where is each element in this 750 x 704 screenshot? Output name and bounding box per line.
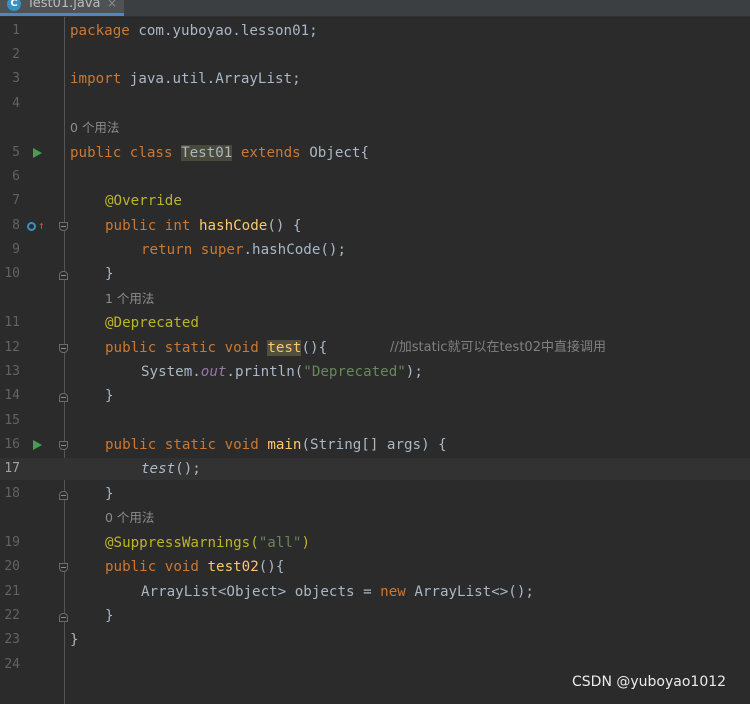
line-number: 24 — [4, 657, 20, 672]
tab-label: Test01.java — [27, 0, 101, 11]
usage-hint-line: 0 个用法 — [0, 507, 750, 529]
code-line[interactable]: 22 } — [0, 605, 750, 627]
code-text[interactable]: } — [105, 263, 114, 285]
fold-end-icon[interactable] — [59, 613, 68, 622]
line-number: 15 — [4, 413, 20, 428]
code-text[interactable]: @SuppressWarnings("all") — [105, 532, 310, 554]
code-line[interactable]: 23 } — [0, 629, 750, 651]
fold-end-icon[interactable] — [59, 393, 68, 402]
code-text[interactable]: public void test02(){ — [105, 556, 284, 578]
run-icon[interactable] — [33, 148, 42, 158]
run-icon[interactable] — [33, 440, 42, 450]
fold-collapse-icon[interactable] — [59, 344, 68, 353]
line-number: 4 — [12, 96, 20, 111]
usage-hint-line: 0 个用法 — [0, 117, 750, 139]
line-number: 17 — [4, 461, 20, 476]
code-text[interactable]: @Override — [105, 190, 182, 212]
code-text[interactable]: @Deprecated — [105, 312, 199, 334]
code-line[interactable]: 19 @SuppressWarnings("all") — [0, 532, 750, 554]
code-line[interactable]: 3 import java.util.ArrayList; — [0, 68, 750, 90]
line-number: 12 — [4, 340, 20, 355]
line-number: 5 — [12, 145, 20, 160]
code-line[interactable]: 13 System.out.println("Deprecated"); — [0, 361, 750, 383]
up-arrow-icon: ↑ — [38, 219, 45, 232]
line-number: 20 — [4, 559, 20, 574]
line-number: 19 — [4, 535, 20, 550]
java-class-icon: C — [7, 0, 21, 11]
watermark: CSDN @yuboyao1012 — [572, 674, 727, 690]
code-line[interactable]: 15 — [0, 410, 750, 432]
code-line-current[interactable]: 17 test(); — [0, 458, 750, 480]
usage-hint-line: 1 个用法 — [0, 288, 750, 310]
code-text[interactable]: } — [105, 483, 114, 505]
line-number: 16 — [4, 437, 20, 452]
code-comment[interactable]: //加static就可以在test02中直接调用 — [390, 337, 606, 359]
code-text[interactable]: } — [105, 385, 114, 407]
code-line[interactable]: 18 } — [0, 483, 750, 505]
code-line[interactable]: 24 — [0, 654, 750, 676]
fold-end-icon[interactable] — [59, 271, 68, 280]
code-line[interactable]: 2 — [0, 44, 750, 66]
code-text[interactable]: public class Test01 extends Object{ — [70, 142, 369, 164]
code-text[interactable]: System.out.println("Deprecated"); — [141, 361, 423, 383]
line-number: 6 — [12, 169, 20, 184]
fold-collapse-icon[interactable] — [59, 563, 68, 572]
line-number: 10 — [4, 266, 20, 281]
tab-test01-java[interactable]: C Test01.java × — [0, 0, 124, 16]
close-icon[interactable]: × — [107, 0, 117, 10]
code-line[interactable]: 8 ↑ public int hashCode() { — [0, 215, 750, 237]
override-method-icon[interactable] — [27, 222, 36, 231]
line-number: 1 — [12, 23, 20, 38]
line-number: 9 — [12, 242, 20, 257]
code-line[interactable]: 21 ArrayList<Object> objects = new Array… — [0, 581, 750, 603]
code-line[interactable]: 5 public class Test01 extends Object{ — [0, 142, 750, 164]
code-line[interactable]: 12 public static void test(){ //加static就… — [0, 337, 750, 359]
code-line[interactable]: 10 } — [0, 263, 750, 285]
code-text[interactable]: ArrayList<Object> objects = new ArrayLis… — [141, 581, 534, 603]
usage-hint[interactable]: 1 个用法 — [105, 288, 154, 310]
fold-collapse-icon[interactable] — [59, 222, 68, 231]
usage-hint[interactable]: 0 个用法 — [105, 507, 154, 529]
line-number: 11 — [4, 315, 20, 330]
code-line[interactable]: 4 — [0, 93, 750, 115]
usage-hint[interactable]: 0 个用法 — [70, 117, 119, 139]
line-number: 21 — [4, 584, 20, 599]
code-text[interactable]: public int hashCode() { — [105, 215, 301, 237]
code-text[interactable]: } — [70, 629, 79, 651]
code-line[interactable]: 16 public static void main(String[] args… — [0, 434, 750, 456]
fold-collapse-icon[interactable] — [59, 441, 68, 450]
fold-end-icon[interactable] — [59, 491, 68, 500]
code-line[interactable]: 20 public void test02(){ — [0, 556, 750, 578]
code-line[interactable]: 9 return super.hashCode(); — [0, 239, 750, 261]
code-line[interactable]: 14 } — [0, 385, 750, 407]
code-text[interactable]: package com.yuboyao.lesson01; — [70, 20, 318, 42]
code-text[interactable]: public static void test(){ — [105, 337, 327, 359]
code-line[interactable]: 1 package com.yuboyao.lesson01; — [0, 20, 750, 42]
code-text[interactable]: public static void main(String[] args) { — [105, 434, 447, 456]
line-number: 7 — [12, 193, 20, 208]
line-number: 22 — [4, 608, 20, 623]
line-number: 23 — [4, 632, 20, 647]
line-number: 13 — [4, 364, 20, 379]
code-line[interactable]: 11 @Deprecated — [0, 312, 750, 334]
code-line[interactable]: 6 — [0, 166, 750, 188]
code-text[interactable]: } — [105, 605, 114, 627]
line-number: 14 — [4, 388, 20, 403]
line-number: 3 — [12, 71, 20, 86]
line-number: 18 — [4, 486, 20, 501]
code-text[interactable]: return super.hashCode(); — [141, 239, 346, 261]
line-number: 2 — [12, 47, 20, 62]
editor-tab-bar: C Test01.java × — [0, 0, 750, 17]
line-number: 8 — [12, 218, 20, 233]
code-text[interactable]: test(); — [141, 458, 201, 480]
code-text[interactable]: import java.util.ArrayList; — [70, 68, 301, 90]
code-editor[interactable]: 1 package com.yuboyao.lesson01; 2 3 impo… — [0, 17, 750, 704]
code-line[interactable]: 7 @Override — [0, 190, 750, 212]
